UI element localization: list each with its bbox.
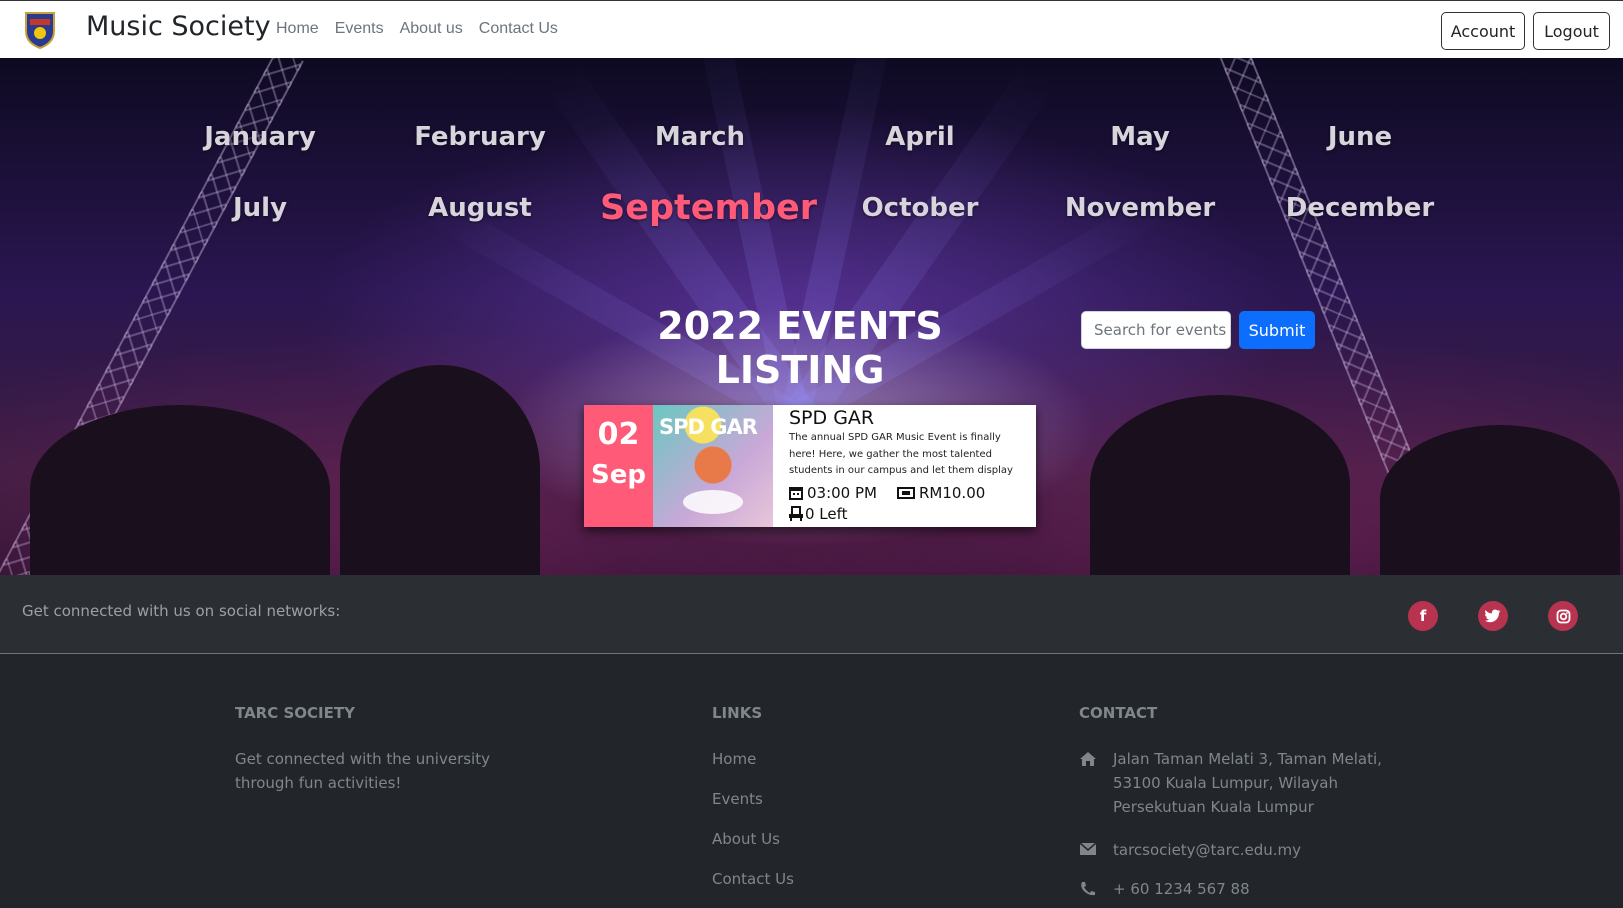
footer-address-text: Jalan Taman Melati 3, Taman Melati, 5310…: [1113, 750, 1382, 816]
month-october[interactable]: October: [820, 193, 1020, 223]
month-march[interactable]: March: [600, 122, 800, 152]
footer-link-home[interactable]: Home: [712, 750, 756, 768]
nav-events[interactable]: Events: [335, 20, 384, 38]
nav-contact[interactable]: Contact Us: [479, 20, 558, 38]
footer-address: Jalan Taman Melati 3, Taman Melati, 5310…: [1079, 747, 1399, 819]
instagram-icon[interactable]: [1548, 601, 1578, 631]
footer-email: tarcsociety@tarc.edu.my: [1079, 838, 1301, 862]
event-time-text: 03:00 PM: [807, 483, 877, 502]
footer-society-text: Get connected with the university throug…: [235, 750, 490, 792]
month-february[interactable]: February: [380, 122, 580, 152]
month-july[interactable]: July: [160, 193, 360, 223]
crowd-silhouette: [1380, 425, 1620, 575]
event-info: SPD GAR The annual SPD GAR Music Event i…: [773, 405, 1014, 527]
ticket-icon: [896, 486, 915, 499]
calendar-icon: [789, 486, 803, 500]
nav-links: Home Events About us Contact Us: [276, 20, 558, 38]
footer-links-title: LINKS: [712, 704, 763, 722]
search-submit-button[interactable]: Submit: [1239, 311, 1315, 349]
footer-link-about[interactable]: About Us: [712, 830, 780, 848]
footer-phone-text[interactable]: + 60 1234 567 88: [1113, 877, 1250, 901]
poster-plate: [683, 490, 743, 514]
month-may[interactable]: May: [1040, 122, 1240, 152]
event-day: 02: [597, 417, 640, 452]
event-search-input[interactable]: Search for events: [1081, 311, 1231, 349]
month-december[interactable]: December: [1260, 193, 1460, 223]
month-june[interactable]: June: [1260, 122, 1460, 152]
month-january[interactable]: January: [160, 122, 360, 152]
crowd-silhouette: [1090, 395, 1350, 575]
twitter-icon[interactable]: [1478, 601, 1508, 631]
event-seats-text: 0 Left: [805, 504, 848, 523]
event-title[interactable]: SPD GAR: [789, 407, 1014, 429]
event-time: 03:00 PM: [789, 484, 877, 502]
event-seats: 0 Left: [789, 505, 1014, 523]
nav-about[interactable]: About us: [400, 20, 463, 38]
social-text: Get connected with us on social networks…: [22, 602, 341, 620]
footer: TARC SOCIETY Get connected with the univ…: [0, 654, 1623, 908]
month-august[interactable]: August: [380, 193, 580, 223]
footer-contact-title: CONTACT: [1079, 704, 1158, 722]
social-bar: Get connected with us on social networks…: [0, 575, 1623, 654]
chair-icon: [789, 505, 803, 521]
home-icon: [1080, 752, 1096, 766]
month-april[interactable]: April: [820, 122, 1020, 152]
footer-link-events[interactable]: Events: [712, 790, 763, 808]
account-button[interactable]: Account: [1441, 12, 1525, 50]
event-month: Sep: [591, 460, 646, 490]
event-card[interactable]: 02 Sep SPD GAR SPD GAR The annual SPD GA…: [584, 405, 1036, 527]
hero-banner: January February March April May June Ju…: [0, 58, 1623, 575]
event-date-badge: 02 Sep: [584, 405, 653, 527]
instagram-glyph-icon: [1556, 609, 1570, 623]
month-november[interactable]: November: [1040, 193, 1240, 223]
twitter-bird-icon: [1485, 609, 1501, 623]
footer-link-contact[interactable]: Contact Us: [712, 870, 794, 888]
event-meta: 03:00 PM RM10.00: [789, 484, 1014, 502]
event-price-text: RM10.00: [918, 483, 986, 502]
event-poster-image[interactable]: SPD GAR: [653, 405, 773, 527]
phone-icon: [1081, 882, 1095, 896]
event-price: RM10.00: [896, 483, 986, 502]
crowd-silhouette: [30, 405, 330, 575]
footer-email-text[interactable]: tarcsociety@tarc.edu.my: [1113, 838, 1301, 862]
event-description: The annual SPD GAR Music Event is finall…: [789, 432, 1013, 476]
crowd-silhouette: [340, 365, 540, 575]
brand-title[interactable]: Music Society: [86, 11, 271, 42]
society-crest-logo[interactable]: [24, 11, 56, 49]
envelope-icon: [1079, 842, 1097, 855]
poster-text: SPD GAR: [659, 415, 758, 439]
footer-society-title: TARC SOCIETY: [235, 704, 355, 722]
facebook-icon[interactable]: f: [1408, 601, 1438, 631]
month-september[interactable]: September: [600, 188, 817, 228]
footer-phone: + 60 1234 567 88: [1079, 877, 1250, 901]
nav-home[interactable]: Home: [276, 20, 319, 38]
logout-button[interactable]: Logout: [1533, 12, 1610, 50]
events-listing-title: 2022 EVENTS LISTING: [657, 304, 943, 392]
navbar: Music Society Home Events About us Conta…: [0, 0, 1623, 58]
